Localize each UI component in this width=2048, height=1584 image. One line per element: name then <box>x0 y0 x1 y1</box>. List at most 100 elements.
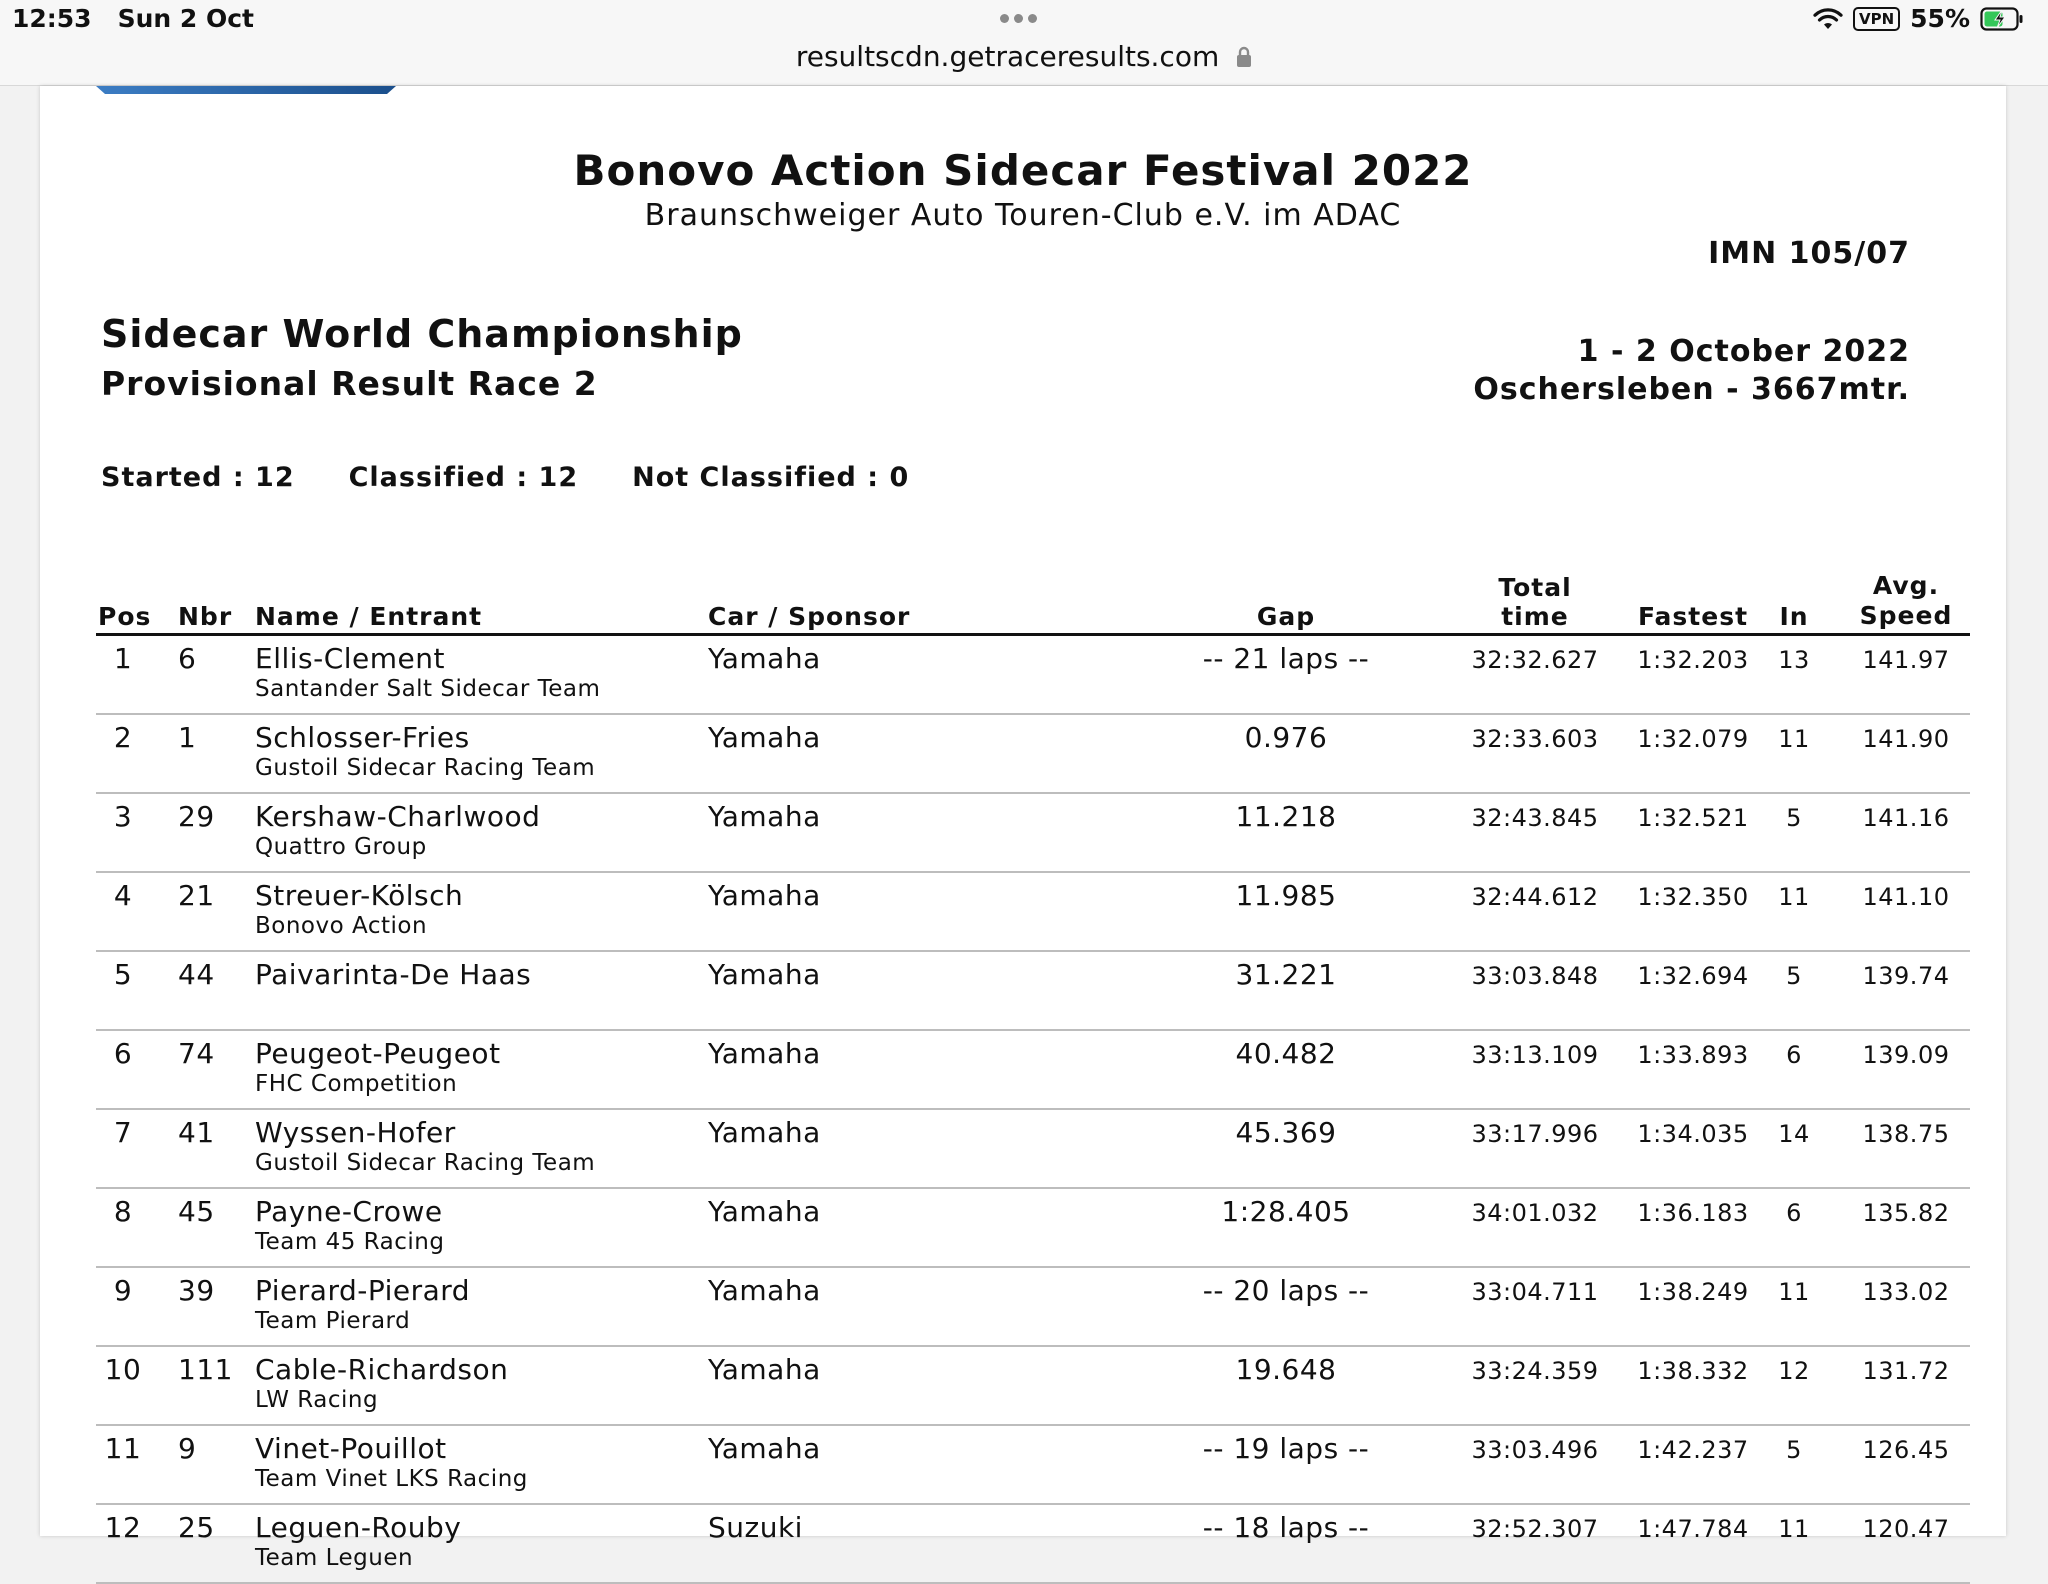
cell-fastest: 1:34.035 <box>1637 1120 1749 1148</box>
cell-in: 12 <box>1778 1357 1810 1385</box>
results-table-header: Pos Nbr Name / Entrant Car / Sponsor Gap… <box>96 570 1970 636</box>
results-document: Bonovo Action Sidecar Festival 2022 Brau… <box>40 86 2006 1584</box>
cell-pos: 6 <box>113 1037 133 1070</box>
cell-gap: 45.369 <box>1235 1116 1337 1149</box>
cell-fastest: 1:38.249 <box>1637 1278 1749 1306</box>
results-table-body: 1 6 Ellis-Clement Santander Salt Sidecar… <box>96 636 1970 1584</box>
cell-fastest: 1:42.237 <box>1637 1436 1749 1464</box>
cell-avg-speed: 120.47 <box>1862 1515 1950 1543</box>
cell-total-time: 33:03.496 <box>1471 1436 1599 1464</box>
cell-name: Vinet-Pouillot <box>255 1432 447 1465</box>
cell-avg-speed: 141.10 <box>1862 883 1950 911</box>
cell-name: Leguen-Rouby <box>255 1511 462 1544</box>
race-title: Provisional Result Race 2 <box>101 364 598 403</box>
cell-gap: -- 19 laps -- <box>1202 1432 1370 1465</box>
header-car: Car / Sponsor <box>708 602 911 631</box>
event-venue: Oschersleben - 3667mtr. <box>1473 372 1910 407</box>
championship-title: Sidecar World Championship <box>101 312 743 356</box>
cell-total-time: 33:03.848 <box>1471 962 1599 990</box>
cell-gap: 11.985 <box>1235 879 1337 912</box>
cell-nbr: 6 <box>178 642 197 675</box>
cell-in: 11 <box>1778 883 1810 911</box>
cell-in: 6 <box>1786 1041 1802 1069</box>
vpn-badge: VPN <box>1853 6 1901 31</box>
wifi-icon <box>1813 7 1843 31</box>
cell-gap: 0.976 <box>1244 721 1328 754</box>
header-name: Name / Entrant <box>255 602 483 631</box>
cell-fastest: 1:38.332 <box>1637 1357 1749 1385</box>
cell-in: 5 <box>1786 804 1802 832</box>
table-row: 8 45 Payne-Crowe Team 45 Racing Yamaha 1… <box>96 1189 1970 1268</box>
table-row: 10 111 Cable-Richardson LW Racing Yamaha… <box>96 1347 1970 1426</box>
battery-charging-icon <box>1980 6 2024 31</box>
status-date: Sun 2 Oct <box>117 4 255 33</box>
cell-entrant: Gustoil Sidecar Racing Team <box>255 755 596 781</box>
cell-name: Cable-Richardson <box>255 1353 509 1386</box>
not-classified-count: Not Classified : 0 <box>632 462 910 493</box>
cell-entrant: Gustoil Sidecar Racing Team <box>255 1150 596 1176</box>
cell-gap: -- 21 laps -- <box>1202 642 1370 675</box>
cell-nbr: 74 <box>178 1037 215 1070</box>
cell-entrant: FHC Competition <box>255 1071 458 1097</box>
cell-fastest: 1:32.079 <box>1637 725 1749 753</box>
classified-count: Classified : 12 <box>348 462 579 493</box>
cell-nbr: 39 <box>178 1274 215 1307</box>
cell-gap: -- 18 laps -- <box>1202 1511 1370 1544</box>
multitasking-dots-icon[interactable] <box>1000 14 1037 23</box>
cell-nbr: 21 <box>178 879 215 912</box>
cell-entrant: Team Vinet LKS Racing <box>255 1466 528 1492</box>
cell-car: Yamaha <box>708 1116 821 1149</box>
battery-percent: 55% <box>1910 4 1970 33</box>
cell-fastest: 1:32.521 <box>1637 804 1749 832</box>
cell-car: Yamaha <box>708 721 821 754</box>
cell-gap: 31.221 <box>1235 958 1337 991</box>
cell-total-time: 33:17.996 <box>1471 1120 1599 1148</box>
cell-name: Paivarinta-De Haas <box>255 958 532 991</box>
cell-nbr: 45 <box>178 1195 215 1228</box>
cell-entrant: Quattro Group <box>255 834 427 860</box>
header-avg-speed-line1: Avg. <box>1872 571 1940 600</box>
cell-entrant: Team Pierard <box>255 1308 411 1334</box>
address-bar[interactable]: resultscdn.getraceresults.com <box>0 40 2048 75</box>
cell-avg-speed: 141.97 <box>1862 646 1950 674</box>
header-gap: Gap <box>1256 602 1316 631</box>
cell-fastest: 1:32.350 <box>1637 883 1749 911</box>
cell-total-time: 33:13.109 <box>1471 1041 1599 1069</box>
cell-nbr: 111 <box>178 1353 233 1386</box>
organizer-name: Braunschweiger Auto Touren-Club e.V. im … <box>644 198 1402 233</box>
cell-total-time: 32:43.845 <box>1471 804 1599 832</box>
header-accent-strip <box>96 86 396 94</box>
cell-name: Schlosser-Fries <box>255 721 470 754</box>
cell-entrant: Team Leguen <box>255 1545 414 1571</box>
cell-pos: 9 <box>113 1274 133 1307</box>
cell-name: Pierard-Pierard <box>255 1274 471 1307</box>
cell-pos: 12 <box>104 1511 142 1544</box>
cell-avg-speed: 135.82 <box>1862 1199 1950 1227</box>
cell-entrant: Santander Salt Sidecar Team <box>255 676 601 702</box>
cell-in: 6 <box>1786 1199 1802 1227</box>
table-row: 1 6 Ellis-Clement Santander Salt Sidecar… <box>96 636 1970 715</box>
cell-nbr: 25 <box>178 1511 215 1544</box>
cell-car: Yamaha <box>708 958 821 991</box>
browser-top-bar: 12:53 Sun 2 Oct VPN 55% resultscdn.getra… <box>0 0 2048 86</box>
url-text[interactable]: resultscdn.getraceresults.com <box>796 40 1219 73</box>
cell-name: Peugeot-Peugeot <box>255 1037 501 1070</box>
cell-name: Ellis-Clement <box>255 642 446 675</box>
race-summary: Started : 12 Classified : 12 Not Classif… <box>101 462 909 493</box>
cell-in: 5 <box>1786 1436 1802 1464</box>
table-row: 2 1 Schlosser-Fries Gustoil Sidecar Raci… <box>96 715 1970 794</box>
cell-avg-speed: 141.90 <box>1862 725 1950 753</box>
table-row: 7 41 Wyssen-Hofer Gustoil Sidecar Racing… <box>96 1110 1970 1189</box>
cell-nbr: 9 <box>178 1432 197 1465</box>
cell-car: Yamaha <box>708 642 821 675</box>
header-pos: Pos <box>98 602 152 631</box>
cell-fastest: 1:32.694 <box>1637 962 1749 990</box>
header-fastest: Fastest <box>1637 602 1749 631</box>
cell-name: Wyssen-Hofer <box>255 1116 456 1149</box>
cell-nbr: 29 <box>178 800 215 833</box>
event-title: Bonovo Action Sidecar Festival 2022 <box>573 146 1473 195</box>
cell-entrant: Bonovo Action <box>255 913 428 939</box>
cell-gap: -- 20 laps -- <box>1202 1274 1370 1307</box>
cell-fastest: 1:32.203 <box>1637 646 1749 674</box>
cell-pos: 10 <box>104 1353 142 1386</box>
